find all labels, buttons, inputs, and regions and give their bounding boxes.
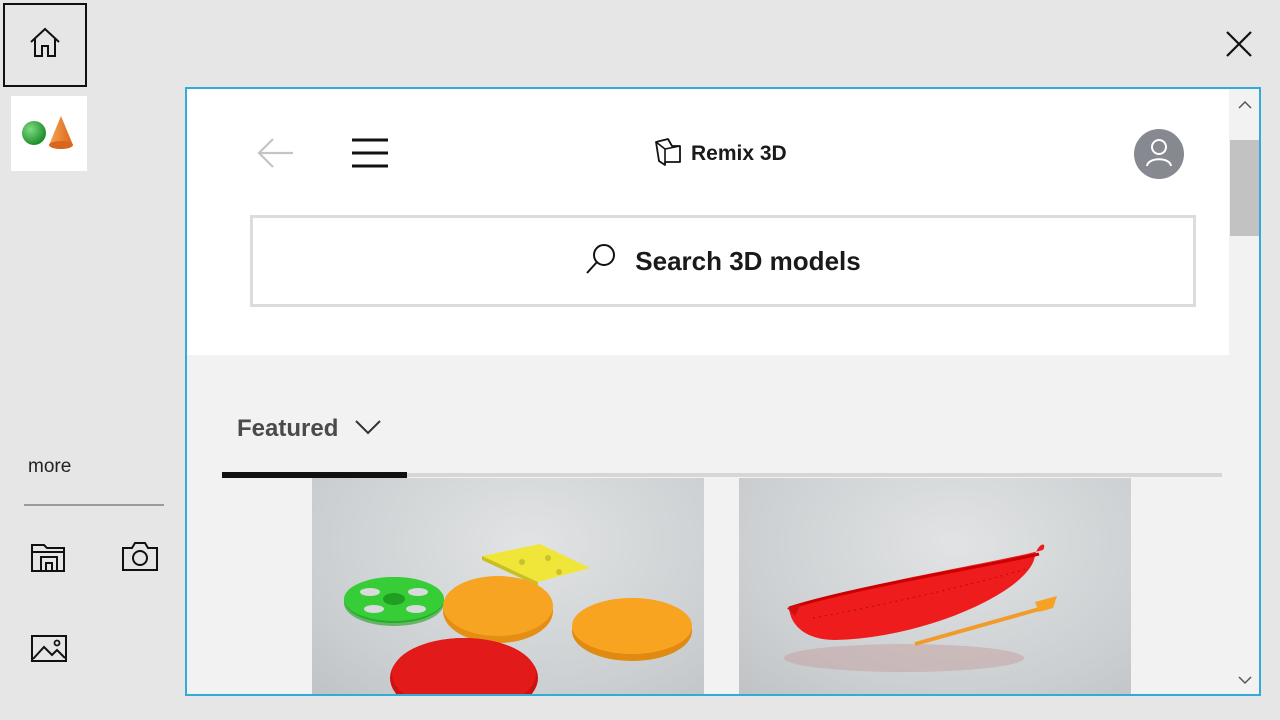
more-divider bbox=[24, 504, 164, 506]
brand: Remix 3D bbox=[653, 137, 787, 171]
account-button[interactable] bbox=[1134, 129, 1184, 179]
user-account-icon bbox=[1145, 137, 1173, 171]
camera-button[interactable] bbox=[120, 538, 160, 578]
search-input[interactable]: Search 3D models bbox=[250, 215, 1196, 307]
3d-model-thumbnail-boat bbox=[784, 544, 1057, 672]
3d-shapes-button[interactable] bbox=[11, 96, 87, 171]
back-button[interactable] bbox=[255, 135, 295, 171]
chevron-down-small-icon bbox=[1237, 670, 1252, 689]
scroll-up-button[interactable] bbox=[1230, 92, 1259, 116]
3d-library-button[interactable] bbox=[29, 538, 69, 578]
tab-featured[interactable]: Featured bbox=[237, 415, 382, 443]
3d-model-card-shapes[interactable] bbox=[312, 478, 704, 694]
image-button[interactable] bbox=[29, 630, 69, 670]
home-icon bbox=[27, 25, 63, 65]
panel-header: Remix 3D Search 3D models bbox=[187, 89, 1229, 355]
search-placeholder: Search 3D models bbox=[635, 245, 861, 276]
remix-3d-logo-icon bbox=[653, 137, 683, 171]
3d-shapes-icon bbox=[21, 112, 77, 156]
back-arrow-icon bbox=[255, 138, 295, 175]
scroll-down-button[interactable] bbox=[1230, 667, 1259, 691]
close-button[interactable] bbox=[1218, 25, 1260, 67]
3d-model-card-boat[interactable] bbox=[739, 478, 1131, 694]
more-label[interactable]: more bbox=[28, 456, 71, 478]
remix-3d-panel: Remix 3D Search 3D models Featured bbox=[185, 87, 1261, 696]
home-button[interactable] bbox=[3, 3, 87, 87]
hamburger-menu-icon bbox=[351, 138, 389, 173]
brand-title: Remix 3D bbox=[691, 142, 787, 165]
image-icon bbox=[30, 632, 68, 668]
scrollbar-thumb[interactable] bbox=[1230, 140, 1259, 236]
3d-library-icon bbox=[30, 539, 68, 577]
menu-button[interactable] bbox=[351, 137, 389, 169]
camera-icon bbox=[121, 540, 159, 576]
tab-featured-label: Featured bbox=[237, 415, 339, 442]
chevron-down-icon bbox=[354, 418, 382, 440]
chevron-up-icon bbox=[1237, 95, 1252, 114]
3d-model-thumbnail-shapes bbox=[344, 544, 692, 694]
search-icon bbox=[585, 243, 617, 279]
close-icon bbox=[1224, 29, 1254, 63]
